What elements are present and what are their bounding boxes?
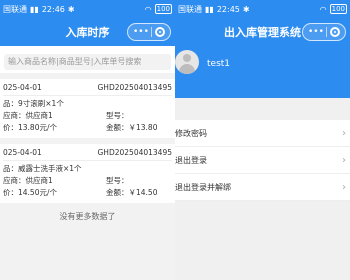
account-menu: 修改密码 › 退出登录 › 退出登录并解绑 › xyxy=(175,120,350,201)
record-date: 025-04-01 xyxy=(3,82,42,92)
record-card[interactable]: 025-04-01 GHD202504013495 品：9寸滚刷×1个 应商：供… xyxy=(0,78,175,138)
status-time: 22:45 xyxy=(216,4,240,14)
menu-item-logout[interactable]: 退出登录 › xyxy=(175,147,350,174)
more-icon[interactable]: ••• xyxy=(133,27,149,37)
username: test1 xyxy=(207,59,231,69)
record-model: 型号： xyxy=(106,110,129,120)
mini-program-capsule[interactable]: ••• xyxy=(127,23,171,41)
user-profile-header: test1 xyxy=(175,46,350,98)
capsule-divider xyxy=(326,27,328,37)
bluetooth-icon: ✱ xyxy=(242,4,250,14)
more-icon[interactable]: ••• xyxy=(308,27,324,37)
carrier-label: 国联通 xyxy=(3,4,27,14)
chevron-right-icon: › xyxy=(342,154,346,166)
record-order-no: GHD202504013495 xyxy=(97,82,173,92)
carrier-label: 国联通 xyxy=(178,4,202,14)
record-product: 品：威露士洗手液×1个 xyxy=(3,163,82,173)
record-price: 价：14.50元/个 xyxy=(3,187,57,197)
nav-bar: 出入库管理系统 ••• xyxy=(175,18,350,46)
page-title: 入库时序 xyxy=(65,26,110,39)
close-capsule-icon[interactable] xyxy=(155,27,165,37)
status-time: 22:46 xyxy=(41,4,65,14)
page-title: 出入库管理系统 xyxy=(224,26,301,39)
nav-bar: 入库时序 ••• xyxy=(0,18,175,46)
bluetooth-icon: ✱ xyxy=(67,4,75,14)
wifi-icon: ◠ xyxy=(144,4,152,14)
account-screen: 国联通 ▮▮ 22:45 ✱ ◠ 100 出入库管理系统 ••• test1 修… xyxy=(175,0,350,280)
signal-icon: ▮▮ xyxy=(205,4,214,14)
status-bar: 国联通 ▮▮ 22:45 ✱ ◠ 100 xyxy=(175,0,350,18)
capsule-divider xyxy=(151,27,153,37)
menu-item-change-password[interactable]: 修改密码 › xyxy=(175,120,350,147)
search-bar xyxy=(0,46,175,73)
close-capsule-icon[interactable] xyxy=(330,27,340,37)
chevron-right-icon: › xyxy=(342,181,346,193)
avatar-icon[interactable] xyxy=(175,50,199,74)
battery-level: 100 xyxy=(331,5,345,13)
no-more-data-label: 没有更多数据了 xyxy=(59,211,116,221)
menu-item-label: 修改密码 xyxy=(175,128,207,138)
menu-item-label: 退出登录 xyxy=(175,155,207,165)
search-input[interactable] xyxy=(4,53,171,70)
signal-icon: ▮▮ xyxy=(30,4,39,14)
menu-item-label: 退出登录并解绑 xyxy=(175,182,231,192)
battery-icon: 100 xyxy=(154,4,172,14)
record-price: 价：13.80元/个 xyxy=(3,122,57,132)
status-bar: 国联通 ▮▮ 22:46 ✱ ◠ 100 xyxy=(0,0,175,18)
record-supplier: 应商：供应商1 xyxy=(3,175,53,185)
record-date: 025-04-01 xyxy=(3,147,42,157)
battery-icon: 100 xyxy=(329,4,347,14)
inbound-timeline-screen: 国联通 ▮▮ 22:46 ✱ ◠ 100 入库时序 ••• 025-04-01 … xyxy=(0,0,175,280)
record-supplier: 应商：供应商1 xyxy=(3,110,53,120)
battery-level: 100 xyxy=(156,5,170,13)
record-card[interactable]: 025-04-01 GHD202504013495 品：威露士洗手液×1个 应商… xyxy=(0,143,175,203)
wifi-icon: ◠ xyxy=(319,4,327,14)
record-amount: 金额：￥14.50 xyxy=(106,187,158,197)
record-order-no: GHD202504013495 xyxy=(97,147,173,157)
chevron-right-icon: › xyxy=(342,127,346,139)
record-product: 品：9寸滚刷×1个 xyxy=(3,98,64,108)
mini-program-capsule[interactable]: ••• xyxy=(302,23,346,41)
menu-item-logout-unbind[interactable]: 退出登录并解绑 › xyxy=(175,174,350,201)
record-model: 型号： xyxy=(106,175,129,185)
record-amount: 金额：￥13.80 xyxy=(106,122,158,132)
